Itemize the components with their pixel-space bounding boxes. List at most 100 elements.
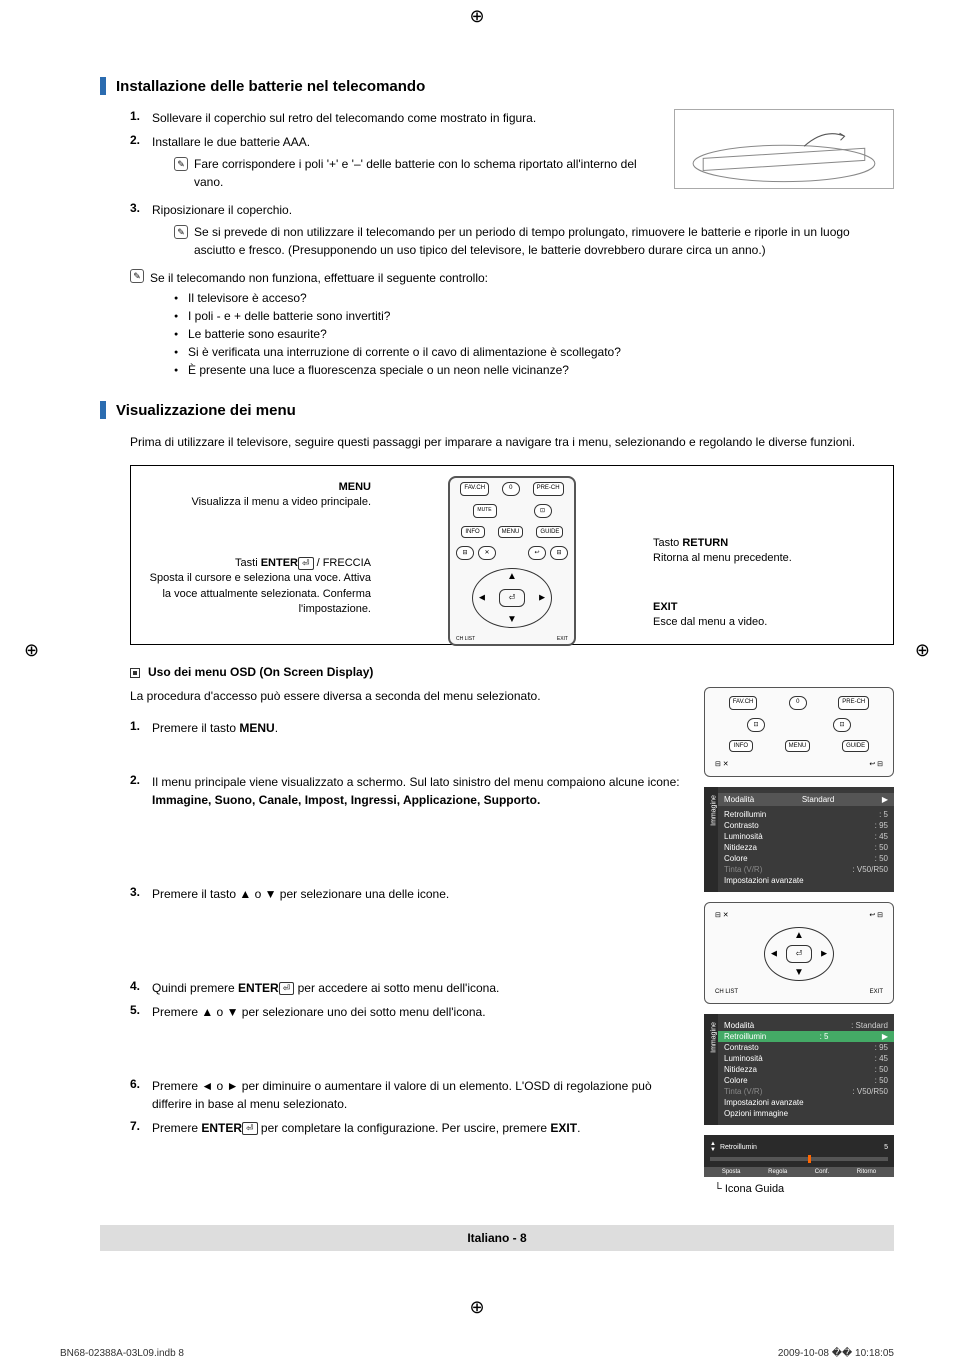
osd-heading: Uso dei menu OSD (On Screen Display) — [130, 665, 894, 679]
remote-drawing-icon — [683, 118, 885, 189]
arrow-up-icon: ▲ — [794, 930, 804, 941]
section-bar-icon — [100, 401, 106, 419]
note-icon: ✎ — [130, 269, 144, 283]
osd-row: Modalità: Standard — [724, 1020, 888, 1031]
osd-row: Luminosità: 45 — [724, 831, 888, 842]
info-button: INFO — [461, 526, 485, 538]
side-button: ⊟ — [456, 546, 474, 560]
osd-step: 4. Quindi premere ENTER⏎ per accedere ai… — [130, 979, 684, 997]
section-1-body: 1. Sollevare il coperchio sul retro del … — [130, 109, 894, 377]
favch-button: FAV.CH — [460, 482, 489, 496]
registration-mark-bottom: ⊕ — [0, 1291, 954, 1348]
slider-panel: ▲▼ Retroillumin 5 Sposta Regola Conf. Ri… — [704, 1135, 894, 1177]
arrow-down-icon: ▼ — [507, 614, 517, 625]
arrow-left-icon: ◄ — [477, 593, 487, 604]
doc-footer-right: 2009-10-08 �� 10:18:05 — [778, 1348, 894, 1359]
doc-footer-left: BN68-02388A-03L09.indb 8 — [60, 1348, 184, 1359]
osd-side-tab: Immagine — [711, 791, 718, 831]
osd-row: Tinta (V/R): V50/R50 — [724, 864, 888, 875]
enter-icon: ⏎ — [298, 557, 314, 570]
install-step-1: 1. Sollevare il coperchio sul retro del … — [130, 109, 654, 127]
prech-button: PRE-CH — [533, 482, 564, 496]
arrow-right-icon: ▶ — [882, 1032, 888, 1041]
callout-enter: Tasti ENTER⏎ / FRECCIA Sposta il cursore… — [141, 556, 371, 618]
mini-remote-top: FAV.CH 0 PRE-CH ⊡ ⊡ INFO MENU GUIDE ⊟ — [704, 687, 894, 777]
zero-button: 0 — [502, 482, 520, 496]
osd-row: Nitidezza: 50 — [724, 1064, 888, 1075]
section-2-intro: Prima di utilizzare il televisore, segui… — [130, 433, 894, 451]
enter-icon: ⏎ — [242, 1122, 258, 1135]
enter-icon: ⏎ — [279, 982, 295, 995]
arrow-up-icon: ▲ — [507, 571, 517, 582]
osd-row: Colore: 50 — [724, 853, 888, 864]
arrow-down-icon: ▼ — [794, 967, 804, 978]
section-1-title: Installazione delle batterie nel telecom… — [116, 78, 425, 95]
page-content: Installazione delle batterie nel telecom… — [0, 57, 954, 1291]
step-2-note: ✎ Fare corrispondere i poli '+' e '–' de… — [174, 155, 654, 191]
troubleshoot-intro: ✎ Se il telecomando non funziona, effett… — [130, 269, 894, 287]
osd-row: Tinta (V/R): V50/R50 — [724, 1086, 888, 1097]
osd-row: Retroillumin: 5 — [724, 809, 888, 820]
remote-battery-figure — [674, 109, 894, 189]
sub-button: ⊡ — [747, 718, 765, 732]
osd-figures-column: FAV.CH 0 PRE-CH ⊡ ⊡ INFO MENU GUIDE ⊟ — [704, 687, 894, 1195]
arrow-down-icon: ▼ — [710, 1147, 716, 1153]
osd-row: Impostazioni avanzate — [724, 1097, 888, 1108]
arrow-right-icon: ► — [537, 593, 547, 604]
callout-menu: MENU Visualizza il menu a video principa… — [141, 480, 371, 511]
remote-illustration: FAV.CH 0 PRE-CH MUTE ⊡ INFO MENU GUIDE ⊟… — [448, 476, 576, 646]
osd-row: Nitidezza: 50 — [724, 842, 888, 853]
remote-diagram: MENU Visualizza il menu a video principa… — [130, 465, 894, 645]
osd-row: Contrasto: 95 — [724, 820, 888, 831]
slider-footer: Sposta Regola Conf. Ritorno — [704, 1167, 894, 1177]
mini-remote-dpad: ⊟ ✕↩ ⊟ ▲ ▼ ◄ ► ⏎ CH LISTEXIT — [704, 902, 894, 1004]
osd-side-tab: Immagine — [711, 1018, 718, 1058]
side-button: ⊟ — [550, 546, 568, 560]
section-2-title: Visualizzazione dei menu — [116, 402, 296, 419]
osd-step: 3. Premere il tasto ▲ o ▼ per selezionar… — [130, 885, 684, 903]
exit-label: EXIT — [557, 636, 568, 642]
osd-step: 2. Il menu principale viene visualizzato… — [130, 773, 684, 809]
menu-button: MENU — [785, 740, 811, 752]
dpad-mini: ▲ ▼ ◄ ► ⏎ — [764, 927, 834, 981]
guide-button: GUIDE — [842, 740, 869, 752]
return-button: ↩ — [528, 546, 546, 560]
slider-name: Retroillumin — [720, 1144, 757, 1151]
slider-handle-icon — [808, 1155, 811, 1163]
arrow-left-icon: ◄ — [769, 949, 779, 960]
sub-button: ⊡ — [833, 718, 851, 732]
zero-button: 0 — [789, 696, 807, 710]
troubleshoot-list: Il televisore è acceso? I poli - e + del… — [174, 291, 894, 377]
osd-step: 7. Premere ENTER⏎ per completare la conf… — [130, 1119, 684, 1137]
osd-panel-2: Immagine Modalità: Standard Retroillumin… — [704, 1014, 894, 1125]
check-item: Si è verificata una interruzione di corr… — [174, 345, 894, 359]
arrow-right-icon: ► — [819, 949, 829, 960]
slider-track — [710, 1157, 888, 1161]
callout-exit: EXIT Esce dal menu a video. — [653, 600, 883, 631]
dpad: ▲ ▼ ◄ ► ⏎ — [472, 568, 552, 628]
section-2-body: Prima di utilizzare il televisore, segui… — [130, 433, 894, 1195]
osd-highlight-row: Retroillumin : 5 ▶ — [718, 1031, 894, 1042]
favch-button: FAV.CH — [729, 696, 758, 710]
chlist-label: CH LIST — [456, 636, 475, 642]
check-item: Il televisore è acceso? — [174, 291, 894, 305]
document-footer: BN68-02388A-03L09.indb 8 2009-10-08 �� 1… — [0, 1348, 954, 1359]
step-3-text: Riposizionare il coperchio. — [152, 203, 292, 217]
prech-button: PRE-CH — [838, 696, 869, 710]
check-item: I poli - e + delle batterie sono inverti… — [174, 309, 894, 323]
osd-step: 1. Premere il tasto MENU. — [130, 719, 684, 737]
mute-button: MUTE — [473, 504, 497, 518]
note-icon: ✎ — [174, 157, 188, 171]
osd-step: 5. Premere ▲ o ▼ per selezionare uno dei… — [130, 1003, 684, 1021]
osd-row: Impostazioni avanzate — [724, 875, 888, 886]
osd-header-row: Modalità Standard ▶ — [718, 793, 894, 806]
slider-value: 5 — [884, 1144, 888, 1151]
callout-return: Tasto RETURN Ritorna al menu precedente. — [653, 536, 883, 567]
page-footer-bar: Italiano - 8 — [100, 1225, 894, 1251]
osd-row: Colore: 50 — [724, 1075, 888, 1086]
osd-row: Contrasto: 95 — [724, 1042, 888, 1053]
menu-button: MENU — [498, 526, 524, 538]
note-icon: ✎ — [174, 225, 188, 239]
osd-panel-1: Immagine Modalità Standard ▶ Retroillumi… — [704, 787, 894, 892]
guide-icon-label: └ Icona Guida — [714, 1183, 894, 1195]
